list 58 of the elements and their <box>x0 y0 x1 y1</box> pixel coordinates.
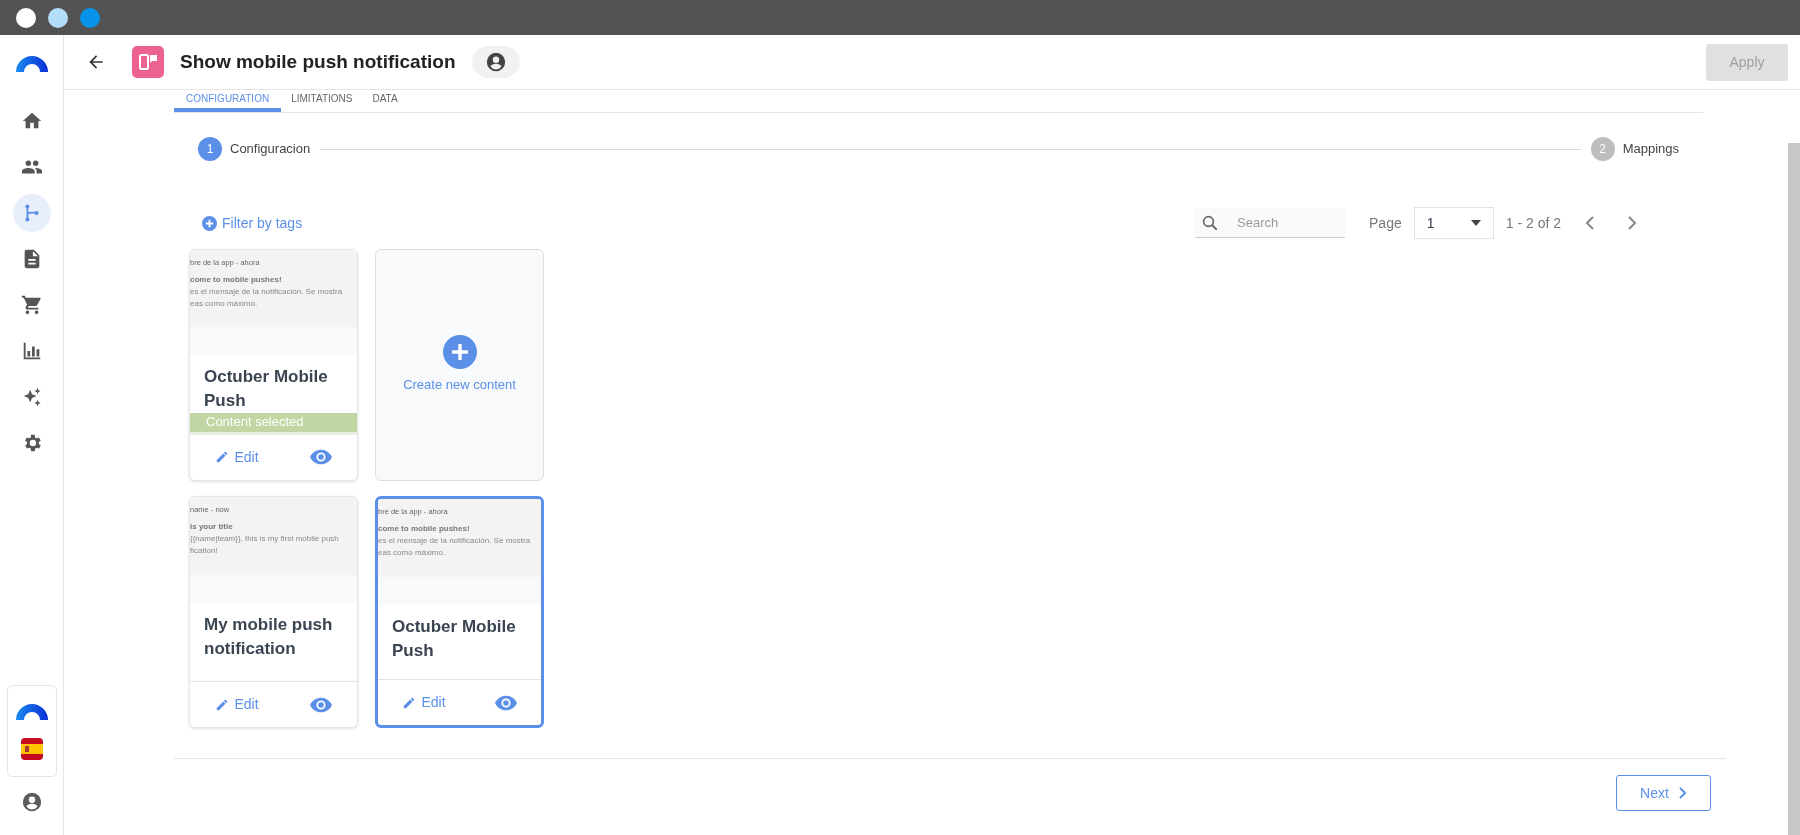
edit-button[interactable]: Edit <box>215 446 259 468</box>
preview-text: come to mobile pushes! <box>378 523 470 535</box>
preview-text: eas como máximo. <box>378 547 446 559</box>
create-content-card[interactable]: Create new content <box>375 249 544 481</box>
pencil-icon <box>215 697 230 712</box>
next-button[interactable]: Next <box>1616 775 1711 811</box>
step-number: 2 <box>1590 137 1615 161</box>
page-dropdown[interactable]: 1 <box>1413 207 1494 239</box>
page-range: 1 - 2 of 2 <box>1505 213 1561 233</box>
step-label: Mappings <box>1622 140 1679 159</box>
cart-icon <box>20 294 43 316</box>
owner-chip[interactable] <box>471 46 520 78</box>
chevron-left-icon[interactable] <box>1585 216 1595 230</box>
apply-button[interactable]: Apply <box>1706 43 1788 81</box>
preview-text: fication! <box>190 545 218 557</box>
nav-item[interactable] <box>12 194 51 232</box>
scrollbar[interactable] <box>1788 143 1800 835</box>
eye-icon[interactable] <box>309 449 332 466</box>
preview-text: come to mobile pushes! <box>190 274 282 286</box>
mobile-message-icon <box>132 46 164 78</box>
flag-icon[interactable] <box>20 738 43 760</box>
card-title: My mobile push notification <box>203 614 334 660</box>
logo-icon[interactable] <box>15 702 48 720</box>
card-title: Octuber Mobile Push <box>391 616 517 662</box>
preview-text: es el mensaje de la notificación. Se mostra <box>378 535 531 547</box>
chevron-right-icon <box>1678 787 1687 799</box>
eye-icon[interactable] <box>494 694 517 711</box>
plus-circle-icon <box>442 335 477 370</box>
preview-text: {{name|team}}, this is my first mobile push <box>190 533 339 545</box>
window-button[interactable] <box>48 7 68 28</box>
chevron-right-icon[interactable] <box>1627 216 1637 230</box>
page-title: Show mobile push notification <box>180 49 456 74</box>
logo-icon[interactable] <box>15 53 48 72</box>
caret-icon <box>1470 220 1481 226</box>
tab[interactable]: DATA <box>362 89 408 112</box>
account-icon <box>484 51 507 73</box>
window-button[interactable] <box>16 7 36 28</box>
page-label: Page <box>1369 213 1402 233</box>
edit-button[interactable]: Edit <box>402 692 446 713</box>
content-selected-banner: Content selected <box>190 412 357 435</box>
preview-text: eas como máximo. <box>190 298 258 310</box>
preview-text: es el mensaje de la notificación. Se mostra <box>190 286 343 298</box>
step-label: Configuracion <box>230 140 311 159</box>
create-content-label: Create new content <box>403 376 516 395</box>
card-title: Octuber Mobile Push <box>203 365 329 412</box>
pencil-icon <box>215 450 230 465</box>
search-field[interactable]: Search <box>1195 208 1346 238</box>
tab[interactable]: CONFIGURATION <box>174 89 282 112</box>
pencil-icon <box>402 695 417 710</box>
eye-icon[interactable] <box>309 696 332 713</box>
edit-button[interactable]: Edit <box>215 694 259 715</box>
tab[interactable]: LIMITATIONS <box>281 89 363 112</box>
search-icon <box>1201 214 1220 232</box>
account-icon[interactable] <box>20 791 43 813</box>
step-number: 1 <box>198 137 222 161</box>
filter-by-tags-button[interactable]: Filter by tags <box>202 212 303 234</box>
preview-text: is your title <box>190 521 233 533</box>
plus-circle-icon <box>202 215 217 231</box>
